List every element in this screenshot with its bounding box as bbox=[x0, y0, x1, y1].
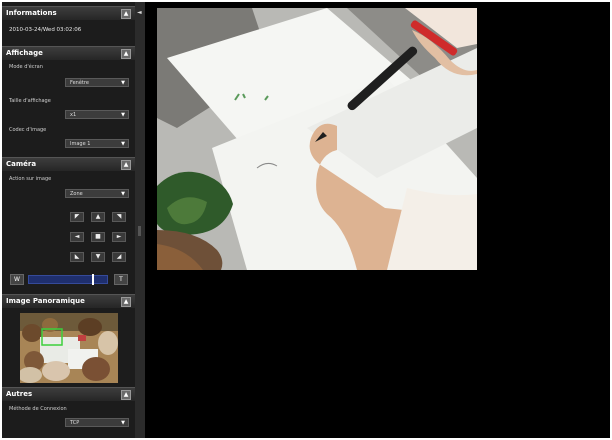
zoom-slider[interactable] bbox=[28, 274, 108, 285]
autres-title: Autres bbox=[6, 390, 33, 398]
collapse-icon[interactable]: ▲ bbox=[121, 9, 131, 19]
affichage-header[interactable]: Affichage ▲ bbox=[2, 46, 135, 60]
ptz-home-button[interactable]: ■ bbox=[91, 232, 105, 242]
zoom-tele-button[interactable]: T bbox=[114, 274, 128, 285]
collapse-icon[interactable]: ▲ bbox=[121, 49, 131, 59]
taille-affichage-select[interactable]: x1 ▼ bbox=[65, 110, 129, 119]
action-image-label: Action sur image bbox=[9, 176, 52, 182]
methode-connexion-label: Méthode de Connexion bbox=[9, 406, 67, 412]
methode-connexion-select[interactable]: TCP ▼ bbox=[65, 418, 129, 427]
ptz-left-button[interactable]: ◄ bbox=[70, 232, 84, 242]
panel-splitter[interactable]: ◄ bbox=[135, 2, 145, 438]
collapse-icon[interactable]: ▲ bbox=[121, 390, 131, 400]
camera-header[interactable]: Caméra ▲ bbox=[2, 157, 135, 171]
camera-title: Caméra bbox=[6, 160, 37, 168]
ptz-down-right-button[interactable]: ◢ bbox=[112, 252, 126, 262]
affichage-title: Affichage bbox=[6, 49, 43, 57]
taille-affichage-label: Taille d'affichage bbox=[9, 98, 51, 104]
informations-header[interactable]: Informations ▲ bbox=[2, 6, 135, 20]
dropdown-arrow-icon: ▼ bbox=[121, 80, 125, 86]
codec-image-value: Image 1 bbox=[70, 141, 91, 147]
mode-ecran-label: Mode d'écran bbox=[9, 64, 43, 70]
mode-ecran-select[interactable]: Fenêtre ▼ bbox=[65, 78, 129, 87]
dropdown-arrow-icon: ▼ bbox=[121, 141, 125, 147]
informations-title: Informations bbox=[6, 9, 57, 17]
ptz-up-right-button[interactable]: ◥ bbox=[112, 212, 126, 222]
panorama-picture bbox=[20, 313, 118, 383]
splitter-grip[interactable] bbox=[138, 226, 141, 236]
ptz-up-button[interactable]: ▲ bbox=[91, 212, 105, 222]
action-image-select[interactable]: Zone ▼ bbox=[65, 189, 129, 198]
zoom-slider-handle[interactable] bbox=[92, 274, 94, 285]
collapse-panel-icon[interactable]: ◄ bbox=[137, 9, 142, 16]
mode-ecran-value: Fenêtre bbox=[70, 80, 89, 86]
collapse-icon[interactable]: ▲ bbox=[121, 160, 131, 170]
ptz-up-left-button[interactable]: ◤ bbox=[70, 212, 84, 222]
dropdown-arrow-icon: ▼ bbox=[121, 112, 125, 118]
autres-header[interactable]: Autres ▲ bbox=[2, 387, 135, 401]
camera-view[interactable] bbox=[157, 8, 477, 270]
panorama-image[interactable] bbox=[20, 313, 118, 383]
dropdown-arrow-icon: ▼ bbox=[121, 191, 125, 197]
codec-image-select[interactable]: Image 1 ▼ bbox=[65, 139, 129, 148]
taille-affichage-value: x1 bbox=[70, 112, 77, 118]
camera-image bbox=[157, 8, 477, 270]
datetime-display: 2010-03-24/Wed 03:02:06 bbox=[9, 27, 82, 33]
panorama-title: Image Panoramique bbox=[6, 297, 85, 305]
ptz-down-button[interactable]: ▼ bbox=[91, 252, 105, 262]
panorama-header[interactable]: Image Panoramique ▲ bbox=[2, 294, 135, 308]
ptz-right-button[interactable]: ► bbox=[112, 232, 126, 242]
action-image-value: Zone bbox=[70, 191, 83, 197]
zoom-wide-button[interactable]: W bbox=[10, 274, 24, 285]
collapse-icon[interactable]: ▲ bbox=[121, 297, 131, 307]
dropdown-arrow-icon: ▼ bbox=[121, 420, 125, 426]
codec-image-label: Codec d'image bbox=[9, 127, 47, 133]
methode-connexion-value: TCP bbox=[70, 420, 80, 426]
ptz-down-left-button[interactable]: ◣ bbox=[70, 252, 84, 262]
